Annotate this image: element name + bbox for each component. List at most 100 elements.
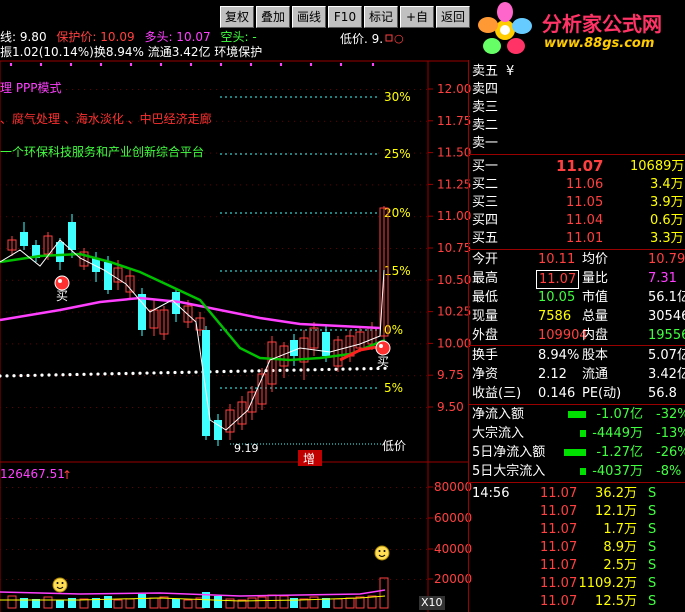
price-gridline-dot	[48, 343, 49, 345]
price-gridline-dot	[30, 311, 31, 313]
price-gridline-dot	[132, 343, 133, 345]
buy3-row[interactable]: 买三 11.05 3.9万	[470, 194, 685, 211]
support-dot	[194, 370, 198, 374]
price-gridline-dot	[156, 343, 157, 345]
price-gridline-dot	[210, 216, 211, 218]
price-gridline-dot	[222, 89, 223, 90]
sell5-row[interactable]: 卖五 ¥	[470, 63, 685, 80]
price-gridline-dot	[174, 375, 175, 377]
price-gridline-dot	[210, 89, 211, 90]
volume-gridline-dot	[102, 549, 103, 550]
volume-gridline-dot	[162, 487, 163, 488]
price-gridline-dot	[378, 216, 379, 218]
price-gridline-dot	[342, 152, 343, 154]
price-gridline-dot	[312, 152, 313, 154]
support-dot	[320, 367, 324, 372]
tick-row[interactable]: 11.07 12.5万 S	[470, 593, 685, 610]
volume-gridline-dot	[252, 487, 253, 488]
price-axis-label: 11.50	[437, 146, 471, 160]
price-gridline-dot	[174, 89, 175, 90]
volume-gridline-dot	[366, 518, 367, 519]
volume-gridline-dot	[168, 518, 169, 519]
price-gridline-dot	[186, 89, 187, 90]
buy2-row[interactable]: 买二 11.06 3.4万	[470, 176, 685, 193]
price-gridline-dot	[24, 407, 25, 408]
price-gridline-dot	[216, 216, 217, 218]
sell4-row[interactable]: 卖四	[470, 81, 685, 98]
price-gridline-dot	[426, 89, 427, 90]
price-gridline-dot	[378, 375, 379, 377]
quote-value: 305468	[648, 309, 685, 324]
tick-row[interactable]: 11.07 8.9万 S	[470, 539, 685, 556]
buy4-row[interactable]: 买四 11.04 0.6万	[470, 212, 685, 229]
volume-axis-label: 40000	[434, 542, 472, 556]
price-gridline-dot	[330, 248, 331, 249]
price-gridline-dot	[408, 120, 409, 122]
indicator-line1: 线: 9.80 保护价: 10.09 多头: 10.07 空头: -	[0, 30, 257, 44]
volume-gridline-dot	[282, 549, 283, 550]
price-axis-label: 12.00	[437, 82, 471, 96]
price-gridline-dot	[198, 279, 199, 281]
volume-gridline-dot	[180, 487, 181, 488]
price-gridline-dot	[336, 407, 337, 408]
price-gridline-dot	[30, 407, 31, 408]
volume-gridline-dot	[228, 579, 229, 580]
volume-gridline-dot	[324, 549, 325, 550]
volume-gridline-dot	[210, 549, 211, 550]
volume-gridline-dot	[330, 487, 331, 488]
price-gridline-dot	[6, 343, 7, 345]
buy1-row[interactable]: 买一 11.07 10689万	[470, 158, 685, 175]
volume-gridline-dot	[60, 549, 61, 550]
volume-gridline-dot	[102, 518, 103, 519]
price-gridline-dot	[390, 248, 391, 249]
volume-gridline-dot	[108, 518, 109, 519]
volume-gridline-dot	[150, 487, 151, 488]
price-gridline-dot	[138, 216, 139, 218]
price-gridline-dot	[354, 279, 355, 281]
price-gridline-dot	[282, 248, 283, 249]
tick-row[interactable]: 11.07 2.5万 S	[470, 557, 685, 574]
price-gridline-dot	[180, 216, 181, 218]
volume-gridline-dot	[294, 487, 295, 488]
tick-row[interactable]: 14:56 11.07 36.2万 S	[470, 485, 685, 502]
quote-row: 今开 10.11 均价 10.79	[470, 251, 685, 268]
price-gridline-dot	[180, 343, 181, 345]
price-gridline-dot	[186, 375, 187, 377]
quote-label: 最低	[472, 290, 499, 305]
sell2-row[interactable]: 卖二	[470, 117, 685, 134]
price-gridline-dot	[288, 343, 289, 345]
price-gridline-dot	[240, 184, 241, 186]
x10-label[interactable]: X10	[419, 596, 445, 610]
price-gridline-dot	[426, 248, 427, 249]
buy5-row[interactable]: 买五 11.01 3.3万	[470, 230, 685, 247]
price-gridline-dot	[174, 407, 175, 408]
sell3-row[interactable]: 卖三	[470, 99, 685, 116]
buy-signal-2-highlight	[379, 344, 383, 348]
quote-label: 今开	[472, 252, 499, 267]
tick-row[interactable]: 11.07 1109.2万 S	[470, 575, 685, 592]
price-gridline-dot	[306, 407, 307, 408]
tick-row[interactable]: 11.07 1.7万 S	[470, 521, 685, 538]
volume-gridline-dot	[276, 487, 277, 488]
quote-value: 10.79	[648, 252, 685, 267]
sell1-row[interactable]: 卖一	[470, 135, 685, 152]
volume-gridline-dot	[264, 579, 265, 580]
price-gridline-dot	[132, 279, 133, 281]
volume-gridline-dot	[318, 518, 319, 519]
price-gridline-dot	[342, 311, 343, 313]
quote-divider	[468, 249, 685, 250]
price-gridline-dot	[426, 184, 427, 186]
price-gridline-dot	[360, 407, 361, 408]
price-gridline-dot	[414, 152, 415, 154]
price-gridline-dot	[198, 375, 199, 377]
tick-row[interactable]: 11.07 12.1万 S	[470, 503, 685, 520]
price-gridline-dot	[120, 311, 121, 313]
price-gridline-dot	[366, 279, 367, 281]
price-gridline-dot	[150, 407, 151, 408]
pct-label: 5%	[384, 381, 403, 395]
price-gridline-dot	[30, 216, 31, 218]
volume-gridline-dot	[246, 549, 247, 550]
price-gridline-dot	[144, 375, 145, 377]
quote-label: 市值	[582, 290, 609, 305]
price-gridline-dot	[54, 407, 55, 408]
